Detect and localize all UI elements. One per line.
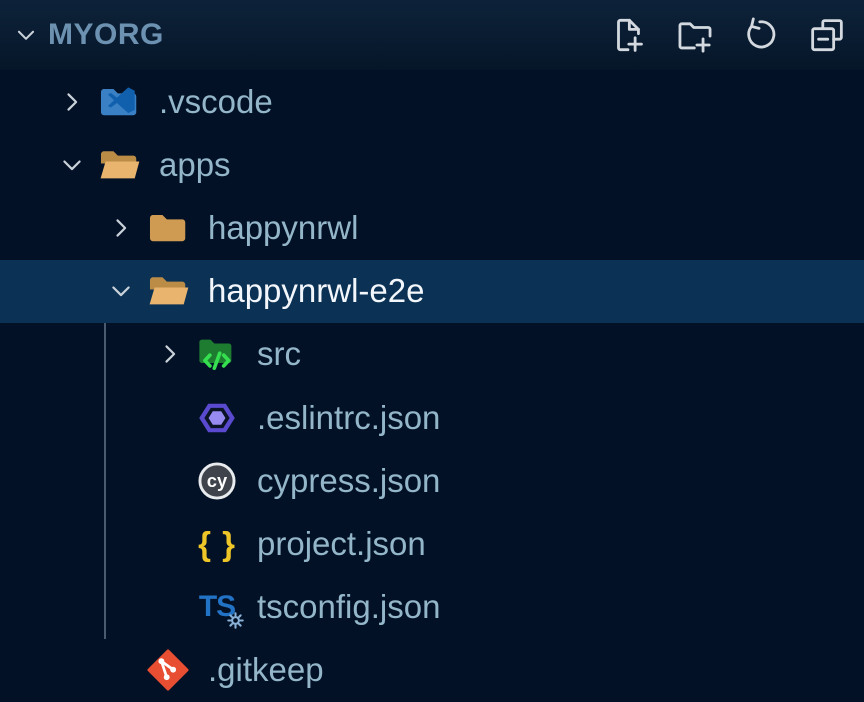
file-tree: .vscode appshappynrwl happynrwl-e2e src … xyxy=(0,70,864,702)
explorer-header: MYORG xyxy=(0,0,864,70)
new-file-icon xyxy=(608,14,650,56)
json-braces-icon: { } xyxy=(193,515,241,573)
refresh-explorer-button[interactable] xyxy=(738,12,784,58)
new-folder-button[interactable] xyxy=(672,12,718,58)
explorer-toolbar xyxy=(606,12,850,58)
tree-item-label: apps xyxy=(159,146,231,184)
new-file-button[interactable] xyxy=(606,12,652,58)
tree-item-label: .vscode xyxy=(159,83,273,121)
chevron-down-icon[interactable] xyxy=(12,21,40,49)
cypress-icon: cy xyxy=(193,452,241,510)
tree-item-apps[interactable]: apps xyxy=(0,133,864,196)
tree-item-eslintrc-json[interactable]: .eslintrc.json xyxy=(0,386,864,449)
chevron-down-icon[interactable] xyxy=(98,268,144,314)
collapse-folders-icon xyxy=(806,14,848,56)
chevron-down-icon[interactable] xyxy=(49,142,95,188)
tree-item-label: src xyxy=(257,335,301,373)
svg-text:cy: cy xyxy=(207,470,228,491)
refresh-explorer-icon xyxy=(740,14,782,56)
tree-item-tsconfig-json[interactable]: TS tsconfig.json xyxy=(0,576,864,639)
chevron-spacer xyxy=(147,521,193,567)
chevron-spacer xyxy=(147,458,193,504)
tree-item-label: .eslintrc.json xyxy=(257,399,440,437)
tree-item-cypress-json[interactable]: cy cypress.json xyxy=(0,449,864,512)
tree-item-happynrwl[interactable]: happynrwl xyxy=(0,196,864,259)
gear-glyph xyxy=(226,611,245,630)
tree-item-label: cypress.json xyxy=(257,462,440,500)
chevron-spacer xyxy=(98,647,144,693)
chevron-right-icon[interactable] xyxy=(98,205,144,251)
eslint-icon xyxy=(193,389,241,447)
git-icon xyxy=(144,641,192,699)
folder-open-icon xyxy=(144,262,192,320)
src-folder-icon xyxy=(193,325,241,383)
chevron-right-icon[interactable] xyxy=(49,79,95,125)
folder-open-icon xyxy=(95,136,143,194)
tree-item-happynrwl-e2e[interactable]: happynrwl-e2e xyxy=(0,260,864,323)
tree-item-project-json[interactable]: { } project.json xyxy=(0,512,864,575)
workspace-title: MYORG xyxy=(48,18,164,52)
vscode-folder-icon xyxy=(95,73,143,131)
folder-closed-icon xyxy=(144,199,192,257)
chevron-spacer xyxy=(147,395,193,441)
tree-item-label: tsconfig.json xyxy=(257,588,440,626)
tree-item-label: project.json xyxy=(257,525,426,563)
braces-glyph: { } xyxy=(198,525,236,563)
tree-item-label: .gitkeep xyxy=(208,651,324,689)
indent-guide xyxy=(104,323,106,639)
tree-item-gitkeep[interactable]: .gitkeep xyxy=(0,639,864,702)
tree-item-vscode[interactable]: .vscode xyxy=(0,70,864,133)
tree-item-label: happynrwl-e2e xyxy=(208,272,424,310)
chevron-right-icon[interactable] xyxy=(147,331,193,377)
collapse-folders-button[interactable] xyxy=(804,12,850,58)
tsconfig-icon: TS xyxy=(193,578,241,636)
tree-item-label: happynrwl xyxy=(208,209,358,247)
new-folder-icon xyxy=(674,14,716,56)
chevron-spacer xyxy=(147,584,193,630)
tree-item-src[interactable]: src xyxy=(0,323,864,386)
